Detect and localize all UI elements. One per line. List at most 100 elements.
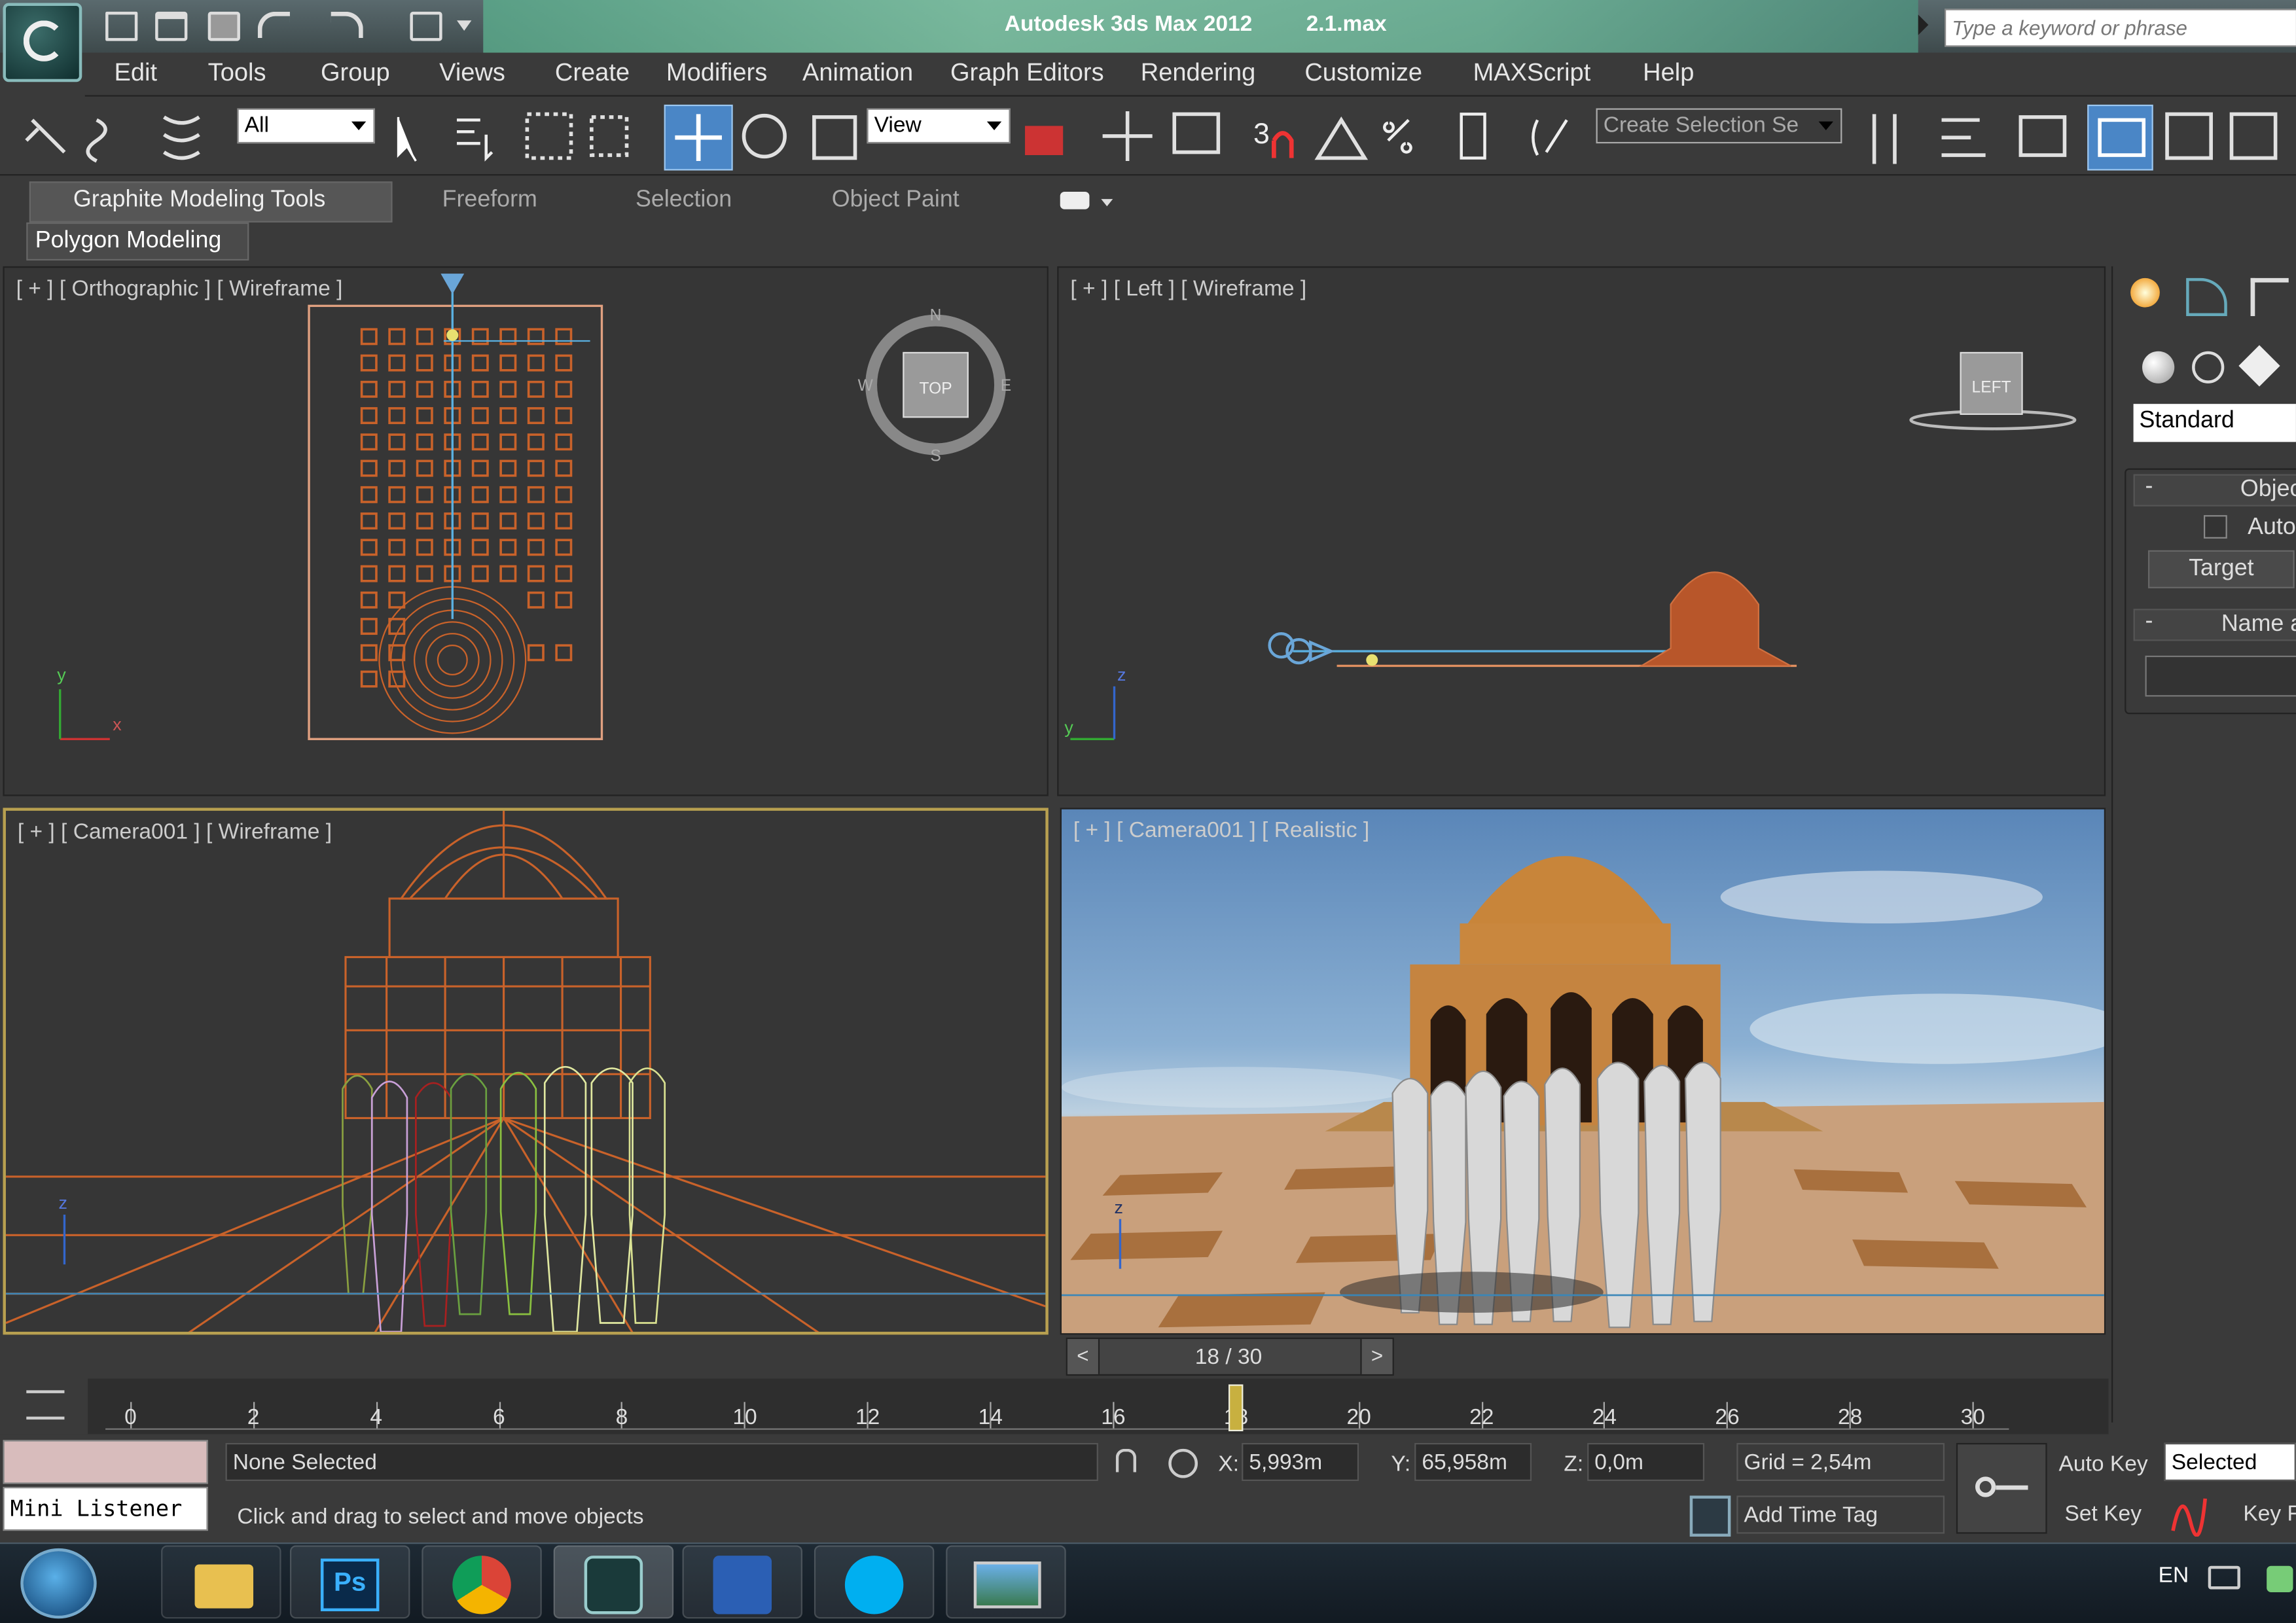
taskbar-chrome[interactable] bbox=[422, 1545, 542, 1619]
start-button[interactable] bbox=[20, 1548, 97, 1619]
hierarchy-tab-icon[interactable] bbox=[2250, 277, 2289, 317]
track-bar-toggle[interactable] bbox=[0, 1378, 88, 1435]
tray-icon[interactable] bbox=[2267, 1565, 2293, 1592]
named-selection-dropdown[interactable]: Create Selection Se bbox=[1596, 108, 1842, 144]
menu-customize[interactable]: Customize bbox=[1304, 58, 1422, 88]
ortho-window-mark bbox=[388, 618, 406, 635]
menu-maxscript[interactable]: MAXScript bbox=[1473, 58, 1591, 88]
autogrid-label: Auto bbox=[2248, 515, 2296, 541]
search-expand-icon[interactable] bbox=[1918, 14, 1929, 35]
menu-create[interactable]: Create bbox=[555, 58, 630, 88]
new-file-icon[interactable] bbox=[105, 11, 138, 41]
tab-selection[interactable]: Selection bbox=[636, 187, 732, 213]
menu-edit[interactable]: Edit bbox=[115, 58, 158, 88]
ortho-window-mark bbox=[416, 328, 433, 346]
project-folder-icon[interactable] bbox=[410, 11, 442, 41]
ribbon-minimize-icon[interactable] bbox=[1060, 191, 1090, 209]
menu-group[interactable]: Group bbox=[321, 58, 390, 88]
selection-lock-icon[interactable] bbox=[1115, 1448, 1137, 1472]
z-label: Z: bbox=[1564, 1452, 1584, 1477]
menu-graph-editors[interactable]: Graph Editors bbox=[950, 58, 1104, 88]
create-tab-icon[interactable] bbox=[2130, 277, 2160, 308]
object-name-field[interactable] bbox=[2145, 655, 2296, 697]
tab-freeform[interactable]: Freeform bbox=[442, 187, 537, 213]
absolute-mode-icon[interactable] bbox=[1168, 1448, 1198, 1478]
shapes-icon[interactable] bbox=[2192, 351, 2225, 383]
keyboard-icon[interactable] bbox=[2208, 1565, 2240, 1590]
track-tick-label: 24 bbox=[1592, 1404, 1617, 1430]
geometry-icon[interactable] bbox=[2142, 351, 2175, 383]
maxscript-listener-white[interactable]: Mini Listener bbox=[3, 1486, 208, 1531]
scale-icon bbox=[812, 115, 857, 160]
set-key-label[interactable]: Set Key bbox=[2064, 1501, 2142, 1526]
track-tick-label: 16 bbox=[1101, 1404, 1126, 1430]
key-filters-button[interactable]: Key F bbox=[2243, 1501, 2296, 1526]
ortho-window-mark bbox=[527, 565, 545, 582]
prev-frame-button[interactable]: < bbox=[1067, 1339, 1100, 1374]
svg-text:N: N bbox=[930, 307, 942, 325]
add-time-tag[interactable]: Add Time Tag bbox=[1736, 1495, 1945, 1534]
photo-viewer-icon bbox=[973, 1561, 1041, 1609]
z-coordinate[interactable]: 0,0m bbox=[1587, 1442, 1705, 1482]
taskbar-photo-viewer[interactable] bbox=[946, 1545, 1066, 1619]
track-bar[interactable] bbox=[0, 1378, 2109, 1435]
menu-animation[interactable]: Animation bbox=[802, 58, 913, 88]
language-indicator[interactable]: EN bbox=[2159, 1563, 2189, 1588]
search-input[interactable]: Type a keyword or phrase bbox=[1945, 9, 2296, 47]
menu-tools[interactable]: Tools bbox=[208, 58, 266, 88]
ortho-window-mark bbox=[388, 591, 406, 609]
viewport-orthographic[interactable]: [ + ] [ Orthographic ] [ Wireframe ] TOP… bbox=[3, 266, 1049, 796]
y-coordinate[interactable]: 65,958m bbox=[1414, 1442, 1532, 1482]
rollout-collapse-icon[interactable]: - bbox=[2145, 609, 2153, 635]
menu-modifiers[interactable]: Modifiers bbox=[666, 58, 767, 88]
app-logo-button[interactable] bbox=[3, 3, 82, 82]
svg-text:LEFT: LEFT bbox=[1972, 378, 2011, 396]
rollout-collapse-icon[interactable]: - bbox=[2145, 474, 2153, 501]
time-slider[interactable]: < 18 / 30 > bbox=[1066, 1337, 1394, 1376]
ribbon-dropdown-icon[interactable] bbox=[1101, 199, 1113, 207]
folder-icon bbox=[194, 1564, 254, 1609]
modify-tab-icon[interactable] bbox=[2186, 277, 2227, 317]
camera-wire-scene: z bbox=[5, 810, 1046, 1332]
set-key-button[interactable] bbox=[1956, 1442, 2047, 1534]
menu-help[interactable]: Help bbox=[1643, 58, 1694, 88]
taskbar-word[interactable] bbox=[682, 1545, 802, 1619]
ortho-window-mark bbox=[360, 380, 378, 398]
save-file-icon[interactable] bbox=[207, 11, 240, 41]
ortho-window-mark bbox=[499, 380, 517, 398]
curve-editor-mini-icon[interactable] bbox=[26, 1390, 65, 1420]
quick-access-dropdown-icon[interactable] bbox=[457, 20, 472, 31]
menu-rendering[interactable]: Rendering bbox=[1141, 58, 1256, 88]
tab-object-paint[interactable]: Object Paint bbox=[832, 187, 960, 213]
polygon-modeling-panel[interactable]: Polygon Modeling bbox=[26, 222, 249, 261]
taskbar-3dsmax[interactable] bbox=[553, 1545, 674, 1619]
time-tag-icon[interactable] bbox=[1689, 1495, 1731, 1537]
open-file-icon[interactable] bbox=[155, 11, 188, 41]
taskbar-skype[interactable] bbox=[814, 1545, 935, 1619]
curve-editor-icon bbox=[2165, 112, 2213, 160]
lights-icon[interactable] bbox=[2238, 345, 2280, 387]
viewport-camera-wireframe[interactable]: [ + ] [ Camera001 ] [ Wireframe ] z bbox=[3, 808, 1049, 1335]
taskbar-explorer[interactable] bbox=[161, 1545, 281, 1619]
viewport-left[interactable]: [ + ] [ Left ] [ Wireframe ] LEFT y z bbox=[1057, 266, 2106, 796]
next-frame-button[interactable]: > bbox=[1360, 1339, 1393, 1374]
ortho-window-mark bbox=[555, 644, 573, 662]
reference-coord-dropdown[interactable]: View bbox=[867, 108, 1011, 144]
viewport-camera-realistic[interactable]: [ + ] [ Camera001 ] [ Realistic ] z bbox=[1060, 808, 2106, 1335]
object-category-dropdown[interactable]: Standard bbox=[2133, 404, 2296, 442]
maxscript-listener-pink[interactable] bbox=[3, 1440, 208, 1484]
target-button[interactable]: Target bbox=[2147, 550, 2295, 588]
manipulate-icon bbox=[1172, 112, 1221, 154]
ortho-window-mark bbox=[416, 539, 433, 556]
taskbar-photoshop[interactable]: Ps bbox=[289, 1545, 410, 1619]
menu-views[interactable]: Views bbox=[439, 58, 505, 88]
auto-key-button[interactable]: Auto Key bbox=[2059, 1452, 2148, 1476]
selection-filter-dropdown[interactable]: All bbox=[237, 108, 375, 144]
tab-graphite-modeling-tools[interactable]: Graphite Modeling Tools bbox=[73, 187, 325, 213]
ortho-window-mark bbox=[471, 512, 489, 530]
key-mode-dropdown[interactable]: Selected bbox=[2164, 1442, 2296, 1482]
time-cursor[interactable] bbox=[1228, 1384, 1243, 1432]
autogrid-checkbox[interactable] bbox=[2203, 515, 2227, 539]
key-tangent-icon[interactable] bbox=[2167, 1493, 2211, 1537]
x-coordinate[interactable]: 5,993m bbox=[1242, 1442, 1359, 1482]
